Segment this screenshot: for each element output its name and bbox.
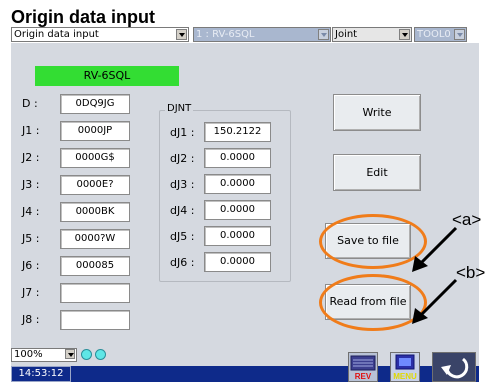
djnt-label-6: dJ6 : bbox=[170, 256, 195, 269]
zoom-select-value: 100% bbox=[14, 349, 43, 360]
callout-a-arrow-icon bbox=[412, 226, 458, 272]
origin-field-j3[interactable]: 0000E? bbox=[60, 175, 130, 195]
rev-button[interactable]: REV bbox=[348, 352, 378, 382]
origin-field-j4[interactable]: 0000BK bbox=[60, 202, 130, 222]
page-title: Origin data input bbox=[11, 7, 155, 27]
menu-button[interactable]: MENU bbox=[390, 352, 420, 382]
save-to-file-button[interactable]: Save to file bbox=[325, 223, 411, 259]
top-toolbar: Origin data input 1 : RV-6SQL Joint TOOL… bbox=[11, 27, 479, 43]
chevron-down-icon[interactable] bbox=[65, 349, 75, 359]
djnt-field-1: 150.2122 bbox=[204, 122, 271, 142]
origin-label-j3: J3 : bbox=[22, 178, 40, 191]
menu-label: MENU bbox=[393, 372, 417, 381]
keyboard-icon: REV bbox=[350, 355, 376, 381]
screen-select-value: Origin data input bbox=[14, 29, 99, 40]
robot-select[interactable]: 1 : RV-6SQL bbox=[193, 27, 331, 42]
djnt-label-2: dJ2 : bbox=[170, 152, 195, 165]
rev-label: REV bbox=[355, 372, 372, 381]
menu-icon: MENU bbox=[393, 354, 417, 381]
djnt-field-5: 0.0000 bbox=[204, 226, 271, 246]
status-time: 14:53:12 bbox=[11, 366, 71, 382]
origin-label-j5: J5 : bbox=[22, 232, 40, 245]
robot-name-banner: RV-6SQL bbox=[35, 66, 179, 86]
callout-arrows bbox=[412, 226, 458, 324]
chevron-down-icon[interactable] bbox=[176, 29, 187, 40]
djnt-label-3: dJ3 : bbox=[170, 178, 195, 191]
status-dot-icon bbox=[95, 349, 106, 360]
origin-field-j7[interactable] bbox=[60, 283, 130, 303]
origin-label-j4: J4 : bbox=[22, 205, 40, 218]
origin-label-j8: J8 : bbox=[22, 313, 40, 326]
jog-mode-select-value: Joint bbox=[335, 29, 358, 40]
back-button[interactable] bbox=[432, 352, 476, 382]
screen-select[interactable]: Origin data input bbox=[11, 27, 189, 42]
origin-field-j5[interactable]: 0000?W bbox=[60, 229, 130, 249]
jog-mode-select[interactable]: Joint bbox=[332, 27, 412, 42]
djnt-field-6: 0.0000 bbox=[204, 252, 271, 272]
status-dot-icon bbox=[81, 349, 92, 360]
djnt-label-4: dJ4 : bbox=[170, 204, 195, 217]
origin-label-j1: J1 : bbox=[22, 124, 40, 137]
djnt-field-3: 0.0000 bbox=[204, 174, 271, 194]
tool-select[interactable]: TOOL0 bbox=[414, 27, 467, 42]
origin-field-j2[interactable]: 0000G$ bbox=[60, 148, 130, 168]
djnt-label-5: dJ5 : bbox=[170, 230, 195, 243]
origin-label-j7: J7 : bbox=[22, 286, 40, 299]
origin-field-j6[interactable]: 000085 bbox=[60, 256, 130, 276]
origin-label-j2: J2 : bbox=[22, 151, 40, 164]
chevron-down-icon[interactable] bbox=[318, 29, 329, 40]
origin-label-d: D : bbox=[22, 97, 38, 110]
write-button[interactable]: Write bbox=[333, 94, 421, 131]
origin-field-j1[interactable]: 0000JP bbox=[60, 121, 130, 141]
read-from-file-button[interactable]: Read from file bbox=[325, 284, 411, 320]
edit-button[interactable]: Edit bbox=[333, 154, 421, 191]
djnt-field-4: 0.0000 bbox=[204, 200, 271, 220]
robot-select-value: 1 : RV-6SQL bbox=[196, 29, 255, 40]
zoom-select[interactable]: 100% bbox=[11, 348, 77, 362]
tool-select-value: TOOL0 bbox=[417, 29, 451, 40]
origin-label-j6: J6 : bbox=[22, 259, 40, 272]
djnt-group-title: DJNT bbox=[165, 103, 194, 115]
back-arrow-icon bbox=[441, 357, 469, 379]
djnt-label-1: dJ1 : bbox=[170, 126, 195, 139]
djnt-field-2: 0.0000 bbox=[204, 148, 271, 168]
origin-field-j8[interactable] bbox=[60, 310, 130, 330]
callout-b-arrow-icon bbox=[412, 278, 458, 324]
chevron-down-icon[interactable] bbox=[399, 29, 410, 40]
chevron-down-icon[interactable] bbox=[454, 29, 465, 40]
origin-field-d[interactable]: 0DQ9JG bbox=[60, 94, 130, 114]
